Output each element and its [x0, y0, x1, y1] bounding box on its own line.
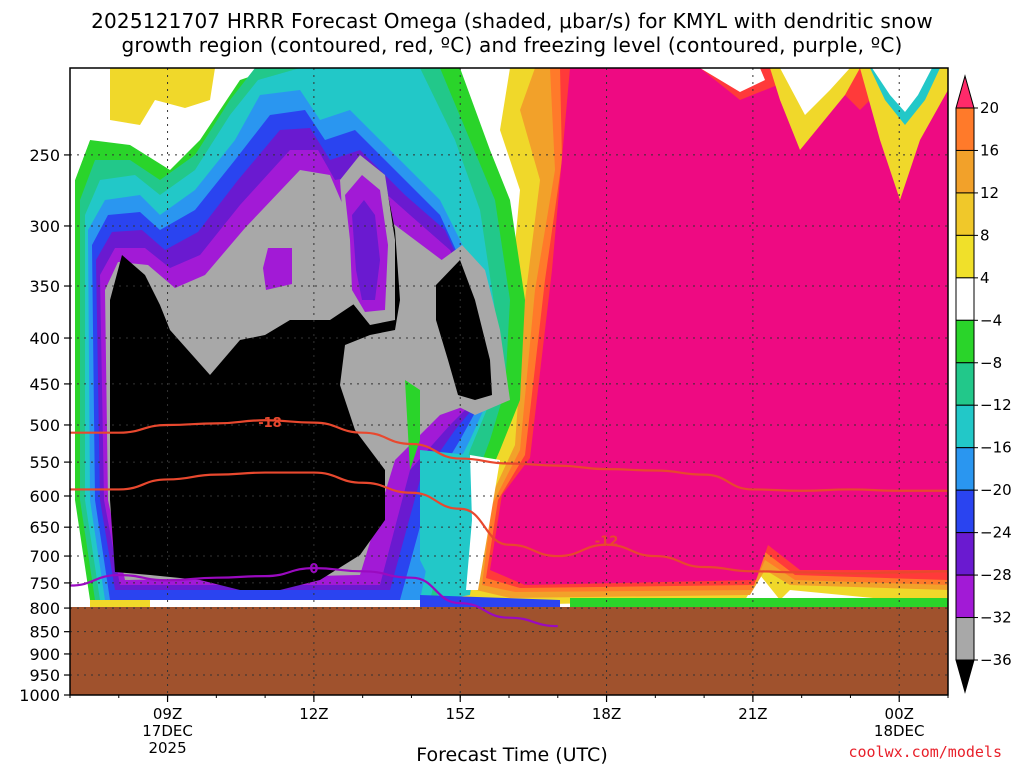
y-tick-label: 850	[29, 623, 60, 642]
y-tick-label: 950	[29, 666, 60, 685]
colorbar-segment	[955, 574, 975, 619]
colorbar-segment	[955, 447, 975, 491]
y-tick-label: 450	[29, 375, 60, 394]
contour-label: 0	[309, 562, 318, 577]
colorbar-segment	[955, 489, 975, 534]
y-tick-label: 400	[29, 329, 60, 348]
shade-purple-patch	[263, 248, 292, 290]
colorbar-label: −20	[980, 481, 1012, 499]
omega-time-height-chart: -18 -12 0 250 300 350 400 450 500 550 600 650 700 75…	[19, 67, 1012, 757]
x-tick-label: 18Z	[592, 705, 621, 723]
y-tick-label: 650	[29, 518, 60, 537]
colorbar-top-triangle	[955, 74, 975, 109]
colorbar-label: −36	[980, 651, 1012, 669]
x-tick-label: 21Z	[738, 705, 767, 723]
x-tick-label: 17DEC	[142, 722, 193, 740]
colorbar-label: 16	[980, 141, 999, 159]
colorbar-segment	[955, 149, 975, 194]
colorbar-segment	[955, 192, 975, 236]
colorbar-label: −32	[980, 609, 1012, 627]
y-tick-label: 550	[29, 453, 60, 472]
colorbar-label: −28	[980, 566, 1012, 584]
y-tick-label: 800	[29, 599, 60, 618]
colorbar-label: 4	[980, 269, 990, 287]
x-tick-label: 15Z	[446, 705, 475, 723]
y-tick-label: 600	[29, 487, 60, 506]
colorbar-label: −12	[980, 396, 1012, 414]
y-tick-label: 350	[29, 277, 60, 296]
y-tick-label: 300	[29, 217, 60, 236]
y-tick-label: 1000	[19, 686, 60, 705]
y-tick-label: 250	[29, 146, 60, 165]
y-tick-label: 500	[29, 416, 60, 435]
x-tick-label: 18DEC	[874, 722, 925, 740]
x-tick-label: 00Z	[885, 705, 914, 723]
colorbar-segment	[955, 362, 975, 406]
colorbar-label: 8	[980, 226, 990, 244]
contour-label: -18	[258, 416, 282, 431]
omega-shading	[70, 68, 948, 610]
colorbar-segment	[955, 617, 975, 661]
y-axis-ticks: 250 300 350 400 450 500 550 600 650 700 750 800 850 9…	[19, 146, 70, 705]
colorbar-label: −8	[980, 354, 1002, 372]
colorbar-label: −24	[980, 524, 1012, 542]
colorbar-segment	[955, 234, 975, 279]
colorbar-segment	[955, 319, 975, 364]
contour-label: -12	[595, 535, 619, 550]
colorbar-label: 12	[980, 184, 999, 202]
x-tick-label: 09Z	[153, 705, 182, 723]
colorbar-label: −4	[980, 311, 1002, 329]
colorbar-label: 20	[980, 99, 999, 117]
x-tick-label: 12Z	[299, 705, 328, 723]
colorbar-segment	[955, 107, 975, 151]
y-tick-label: 700	[29, 547, 60, 566]
y-tick-label: 900	[29, 645, 60, 664]
colorbar: 20 16 12 8 4 −4 −8 −12 −16 −20 −24 −28 −32 −36	[955, 74, 1012, 694]
ground-below-surface	[70, 607, 948, 695]
colorbar-segment	[955, 277, 975, 321]
colorbar-bottom-triangle	[955, 659, 975, 694]
colorbar-segment	[955, 404, 975, 449]
colorbar-segment	[955, 532, 975, 576]
y-tick-label: 750	[29, 574, 60, 593]
colorbar-label: −16	[980, 439, 1012, 457]
credit-text[interactable]: coolwx.com/models	[848, 743, 1002, 761]
